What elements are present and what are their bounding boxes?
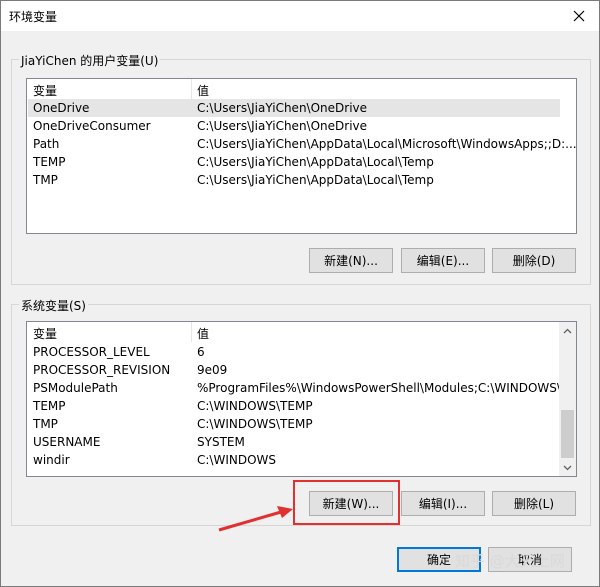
var-value: C:\Users\JiaYiChen\OneDrive [197,119,368,133]
var-value: C:\WINDOWS\TEMP [197,399,313,413]
var-value: C:\Users\JiaYiChen\AppData\Local\Microso… [197,137,577,151]
var-name: TMP [33,417,58,431]
var-name: Path [33,137,60,151]
table-row[interactable]: Path C:\Users\JiaYiChen\AppData\Local\Mi… [28,135,576,153]
var-name: USERNAME [33,435,101,449]
system-variables-title: 系统变量(S) [19,297,88,314]
chevron-up-icon [563,328,572,333]
column-header-variable[interactable]: 变量 [33,82,57,99]
table-row[interactable]: OneDrive C:\Users\JiaYiChen\OneDrive [28,99,560,117]
close-button[interactable] [559,1,599,31]
user-variables-list[interactable]: 变量 值 OneDrive C:\Users\JiaYiChen\OneDriv… [26,78,577,234]
system-delete-button[interactable]: 删除(L) [492,491,576,516]
table-row[interactable]: PROCESSOR_REVISION 9e09 [28,361,560,379]
table-row[interactable]: PSModulePath %ProgramFiles%\WindowsPower… [28,379,576,397]
var-value: C:\Users\JiaYiChen\AppData\Local\Temp [197,173,434,187]
var-name: PROCESSOR_REVISION [33,363,171,377]
table-row[interactable]: OneDriveConsumer C:\Users\JiaYiChen\OneD… [28,117,560,135]
table-row[interactable]: TEMP C:\Users\JiaYiChen\AppData\Local\Te… [28,153,560,171]
column-header-value[interactable]: 值 [197,325,209,342]
vertical-scrollbar[interactable] [559,322,576,476]
var-name: PROCESSOR_LEVEL [33,345,150,359]
chevron-down-icon [563,465,572,470]
table-row[interactable]: TEMP C:\WINDOWS\TEMP [28,397,560,415]
user-variables-title: JiaYiChen 的用户变量(U) [19,52,161,69]
var-name: TEMP [33,155,66,169]
title-bar: 环境变量 [1,1,599,31]
scrollbar-thumb[interactable] [561,410,574,458]
var-value: %ProgramFiles%\WindowsPowerShell\Modules… [197,381,577,395]
var-value: C:\WINDOWS [197,453,277,467]
var-value: C:\Users\JiaYiChen\AppData\Local\Temp [197,155,434,169]
close-icon [573,10,585,22]
system-variables-list[interactable]: 变量 值 PROCESSOR_LEVEL 6 PROCESSOR_REVISIO… [26,321,577,477]
table-row[interactable]: windir C:\WINDOWS [28,451,560,469]
var-name: OneDriveConsumer [33,119,151,133]
user-delete-button[interactable]: 删除(D) [492,248,576,273]
table-row[interactable]: TMP C:\Users\JiaYiChen\AppData\Local\Tem… [28,171,560,189]
table-row[interactable]: USERNAME SYSTEM [28,433,560,451]
var-name: TEMP [33,399,66,413]
var-value: C:\WINDOWS\TEMP [197,417,313,431]
list-header: 变量 值 [27,322,559,342]
list-header: 变量 值 [27,79,576,99]
var-name: windir [33,453,70,467]
var-value: C:\Users\JiaYiChen\OneDrive [197,101,368,115]
user-new-button[interactable]: 新建(N)... [309,248,393,273]
column-header-variable[interactable]: 变量 [33,325,57,342]
var-name: OneDrive [33,101,90,115]
var-name: TMP [33,173,58,187]
table-row[interactable]: PROCESSOR_LEVEL 6 [28,343,560,361]
var-name: PSModulePath [33,381,118,395]
var-value: SYSTEM [197,435,245,449]
scroll-down-button[interactable] [559,459,576,476]
var-value: 6 [197,345,205,359]
table-row[interactable]: TMP C:\WINDOWS\TEMP [28,415,560,433]
window-title: 环境变量 [9,10,58,24]
user-edit-button[interactable]: 编辑(E)... [401,248,485,273]
watermark: 知乎 @大天上网 [455,552,565,570]
scroll-up-button[interactable] [559,322,576,339]
red-arrow-icon [218,506,293,532]
column-header-value[interactable]: 值 [197,82,209,99]
var-value: 9e09 [197,363,228,377]
system-edit-button[interactable]: 编辑(I)... [401,491,485,516]
highlight-box [293,480,400,525]
